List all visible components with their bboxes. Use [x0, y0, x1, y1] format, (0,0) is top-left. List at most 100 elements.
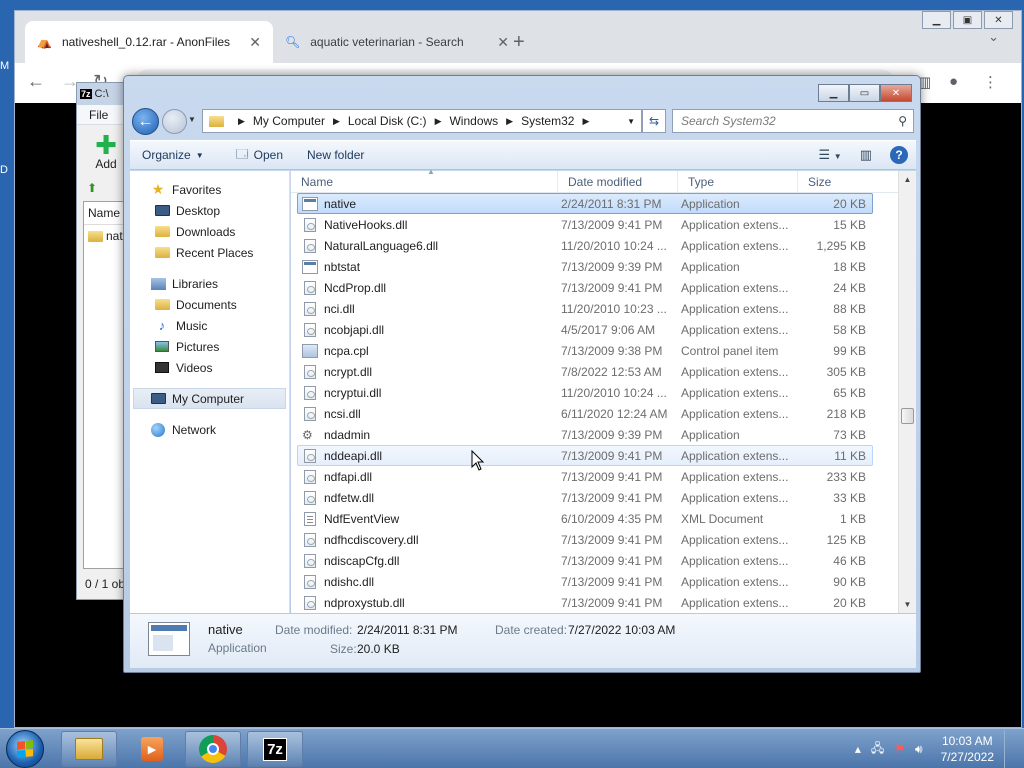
file-row[interactable]: ndproxystub.dll 7/13/2009 9:41 PM Applicat…: [297, 592, 873, 613]
file-row[interactable]: ncsi.dll 6/11/2020 12:24 AM Application ex…: [297, 403, 873, 424]
tray-expand-icon[interactable]: ▴: [855, 742, 861, 756]
clock[interactable]: 10:03 AM 7/27/2022: [941, 733, 994, 765]
back-arrow-icon[interactable]: ←: [27, 71, 45, 92]
up-folder-icon[interactable]: ⬆: [87, 181, 97, 195]
tab-close-icon[interactable]: ✕: [497, 34, 509, 51]
dll-file-icon: [304, 280, 316, 295]
show-desktop-button[interactable]: [1004, 730, 1016, 768]
breadcrumb-chevron-icon[interactable]: ▶: [582, 116, 589, 127]
nav-music[interactable]: ♪ Music: [130, 315, 289, 336]
column-size[interactable]: Size: [798, 171, 878, 193]
organize-button[interactable]: Organize ▼: [130, 148, 216, 162]
tab-anonfiles[interactable]: ⛺ nativeshell_0.12.rar - AnonFiles ✕: [25, 21, 273, 63]
scrollbar-thumb[interactable]: [901, 408, 914, 424]
breadcrumb[interactable]: ▶ My Computer ▶ Local Disk (C:) ▶ Window…: [202, 109, 642, 133]
nav-libraries[interactable]: Libraries: [130, 273, 289, 294]
file-row[interactable]: ndiscapCfg.dll 7/13/2009 9:41 PM Applicati…: [297, 550, 873, 571]
taskbar-7zip[interactable]: 7z: [247, 731, 303, 767]
nav-favorites[interactable]: ★ Favorites: [130, 179, 289, 200]
file-row[interactable]: ncobjapi.dll 4/5/2017 9:06 AM Application …: [297, 319, 873, 340]
taskbar-chrome[interactable]: [185, 731, 241, 767]
new-folder-button[interactable]: New folder: [295, 148, 376, 162]
file-row[interactable]: NaturalLanguage6.dll 11/20/2010 10:24 ...…: [297, 235, 873, 256]
nav-pictures[interactable]: Pictures: [130, 336, 289, 357]
profile-avatar-icon[interactable]: ●: [949, 73, 958, 90]
explorer-window-controls: ▁ ▭ ✕: [818, 84, 912, 102]
file-row[interactable]: ndishc.dll 7/13/2009 9:41 PM Application e…: [297, 571, 873, 592]
dll-file-icon: [304, 490, 316, 505]
volume-icon[interactable]: 🔊︎: [915, 742, 923, 757]
file-row[interactable]: native 2/24/2011 8:31 PM Application 20 KB: [297, 193, 873, 214]
breadcrumb-chevron-icon[interactable]: ▶: [435, 116, 442, 127]
recent-pages-dropdown-icon[interactable]: ▼: [188, 115, 196, 124]
dll-file-icon: [304, 322, 316, 337]
nav-desktop[interactable]: Desktop: [130, 200, 289, 221]
close-button[interactable]: ✕: [880, 84, 912, 102]
tab-search-chevron-icon[interactable]: ⌄: [988, 29, 999, 45]
file-date: 11/20/2010 10:24 ...: [561, 385, 667, 400]
breadcrumb-chevron-icon[interactable]: ▶: [333, 116, 340, 127]
scroll-down-icon[interactable]: ▼: [899, 596, 916, 613]
help-icon[interactable]: ?: [890, 146, 908, 164]
action-center-flag-icon[interactable]: ⚑: [894, 742, 905, 756]
maximize-button[interactable]: ▭: [849, 84, 880, 102]
network-tray-icon[interactable]: 🖧︎: [871, 739, 884, 760]
refresh-button[interactable]: ⇆: [642, 109, 666, 133]
breadcrumb-chevron-icon[interactable]: ▶: [506, 116, 513, 127]
nav-my-computer[interactable]: My Computer: [133, 388, 286, 409]
taskbar-media-player[interactable]: ▶: [124, 731, 180, 767]
file-row[interactable]: NdfEventView 6/10/2009 4:35 PM XML Documen…: [297, 508, 873, 529]
file-row[interactable]: ncryptui.dll 11/20/2010 10:24 ... Applicat…: [297, 382, 873, 403]
minimize-button[interactable]: ▁: [922, 11, 951, 29]
address-dropdown-icon[interactable]: ▼: [627, 117, 635, 126]
file-date: 11/20/2010 10:23 ...: [561, 301, 667, 316]
nav-recent-places[interactable]: Recent Places: [130, 242, 289, 263]
breadcrumb-system32[interactable]: System32: [521, 114, 574, 128]
file-row[interactable]: ndfetw.dll 7/13/2009 9:41 PM Application e…: [297, 487, 873, 508]
file-type: XML Document: [681, 511, 764, 526]
menu-kebab-icon[interactable]: ⋮: [983, 73, 998, 91]
back-button[interactable]: ←: [132, 108, 159, 135]
file-name: nddeapi.dll: [324, 448, 383, 463]
preview-pane-icon[interactable]: ▥: [860, 147, 872, 163]
search-icon[interactable]: ⚲: [898, 114, 907, 128]
nav-downloads[interactable]: Downloads: [130, 221, 289, 242]
file-row[interactable]: ⚙ ndadmin 7/13/2009 9:39 PM Application 73 K…: [297, 424, 873, 445]
change-view-icon[interactable]: ☰ ▼: [819, 147, 842, 163]
file-row[interactable]: NativeHooks.dll 7/13/2009 9:41 PM Applicat…: [297, 214, 873, 235]
column-date-modified[interactable]: Date modified: [558, 170, 678, 193]
nav-documents[interactable]: Documents: [130, 294, 289, 315]
file-row[interactable]: nddeapi.dll 7/13/2009 9:41 PM Application …: [297, 445, 873, 466]
maximize-button[interactable]: ▣: [953, 11, 982, 29]
tab-close-icon[interactable]: ✕: [249, 34, 261, 51]
taskbar-explorer[interactable]: [61, 731, 117, 767]
vertical-scrollbar[interactable]: ▲ ▼: [898, 171, 916, 613]
forward-button[interactable]: [162, 109, 187, 134]
scroll-up-icon[interactable]: ▲: [899, 171, 916, 188]
start-button[interactable]: [6, 730, 44, 768]
file-name: ncryptui.dll: [324, 385, 382, 400]
search-input[interactable]: Search System32 ⚲: [672, 109, 914, 133]
file-row[interactable]: ncpa.cpl 7/13/2009 9:38 PM Control panel i…: [297, 340, 873, 361]
column-name[interactable]: Name: [291, 170, 558, 193]
breadcrumb-chevron-icon[interactable]: ▶: [238, 116, 245, 127]
breadcrumb-local-disk[interactable]: Local Disk (C:): [348, 114, 427, 128]
minimize-button[interactable]: ▁: [818, 84, 849, 102]
file-row[interactable]: ndfapi.dll 7/13/2009 9:41 PM Application e…: [297, 466, 873, 487]
tab-search[interactable]: 🔍︎ aquatic veterinarian - Search ✕: [273, 21, 521, 63]
file-row[interactable]: ndfhcdiscovery.dll 7/13/2009 9:41 PM Appli…: [297, 529, 873, 550]
close-button[interactable]: ✕: [984, 11, 1013, 29]
file-row[interactable]: nbtstat 7/13/2009 9:39 PM Application 18 KB: [297, 256, 873, 277]
file-name: NdfEventView: [324, 511, 400, 526]
file-row[interactable]: nci.dll 11/20/2010 10:23 ... Application e…: [297, 298, 873, 319]
new-tab-button[interactable]: +: [513, 31, 525, 54]
nav-network[interactable]: Network: [130, 419, 289, 440]
documents-icon: [154, 299, 170, 310]
open-button[interactable]: 🗔︎ Open: [224, 145, 295, 166]
breadcrumb-my-computer[interactable]: My Computer: [253, 114, 325, 128]
file-row[interactable]: NcdProp.dll 7/13/2009 9:41 PM Application …: [297, 277, 873, 298]
file-row[interactable]: ncrypt.dll 7/8/2022 12:53 AM Application e…: [297, 361, 873, 382]
column-type[interactable]: Type: [678, 170, 798, 193]
breadcrumb-windows[interactable]: Windows: [449, 114, 498, 128]
nav-videos[interactable]: Videos: [130, 357, 289, 378]
